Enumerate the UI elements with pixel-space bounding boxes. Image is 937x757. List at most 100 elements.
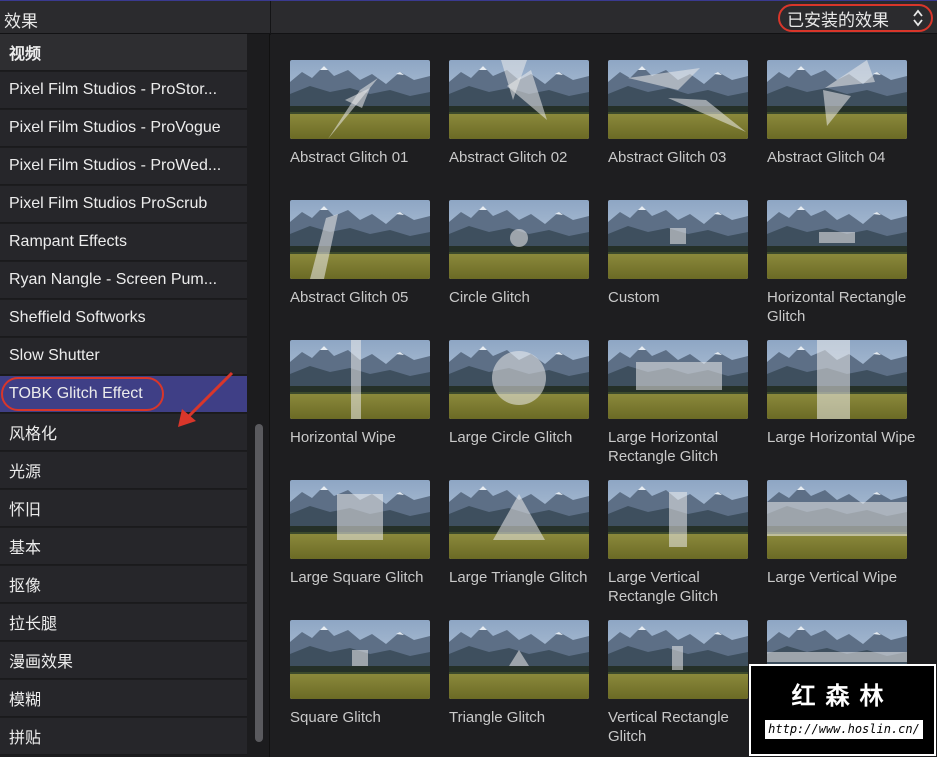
sidebar-item[interactable]: Pixel Film Studios - ProStor...: [0, 72, 247, 109]
effect-label: Large Circle Glitch: [449, 429, 573, 446]
effect-label: Square Glitch: [290, 709, 381, 726]
sidebar-item-label: 模糊: [9, 692, 42, 709]
effect-tile[interactable]: Vertical Rectangle Glitch: [589, 595, 748, 745]
effect-thumbnail: [608, 620, 748, 699]
filter-select-label: 已安装的效果: [787, 10, 889, 31]
effect-thumbnail: [608, 200, 748, 279]
effect-label: Abstract Glitch 01: [290, 149, 409, 166]
effect-tile[interactable]: Horizontal Rectangle Glitch: [748, 175, 907, 325]
sidebar-item-label: Pixel Film Studios ProScrub: [9, 195, 208, 212]
effect-tile[interactable]: Large Horizontal Wipe: [748, 315, 915, 449]
sidebar-item-label: Pixel Film Studios - ProStor...: [9, 81, 218, 98]
watermark-logo: 红森林 http://www.hoslin.cn/: [749, 664, 936, 756]
effect-thumbnail: [608, 340, 748, 419]
effect-tile[interactable]: Large Triangle Glitch: [430, 455, 589, 589]
sidebar-item-label: 抠像: [9, 578, 42, 595]
sidebar-item[interactable]: Sheffield Softworks: [0, 300, 247, 337]
effect-thumbnail: [608, 480, 748, 559]
effect-label: Circle Glitch: [449, 289, 530, 306]
effects-title: 效果: [4, 12, 38, 32]
effect-thumbnail: [290, 620, 430, 699]
effect-tile[interactable]: Horizontal Wipe: [271, 315, 430, 449]
sidebar-item-label: 光源: [9, 464, 42, 481]
effect-label: Large Vertical Wipe: [767, 569, 898, 586]
effect-tile[interactable]: Triangle Glitch: [430, 595, 589, 729]
header-divider: [270, 1, 271, 35]
effect-tile[interactable]: Custom: [589, 175, 748, 309]
effect-label: Abstract Glitch 05: [290, 289, 409, 306]
effect-thumbnail: [767, 60, 907, 139]
effect-tile[interactable]: Circle Glitch: [430, 175, 589, 309]
sidebar-item-label: Pixel Film Studios - ProVogue: [9, 119, 221, 136]
effect-thumbnail: [449, 60, 589, 139]
sidebar-item[interactable]: Rampant Effects: [0, 224, 247, 261]
sidebar-scroll-thumb[interactable]: [255, 424, 263, 742]
red-pointer-arrow-icon: [178, 371, 234, 427]
effect-label: Large Triangle Glitch: [449, 569, 588, 586]
effect-label: Triangle Glitch: [449, 709, 546, 726]
effect-label: Abstract Glitch 02: [449, 149, 568, 166]
sidebar-item-label: Pixel Film Studios - ProWed...: [9, 157, 222, 174]
sidebar-item[interactable]: Pixel Film Studios - ProVogue: [0, 110, 247, 147]
effect-tile[interactable]: Large Vertical Rectangle Glitch: [589, 455, 748, 605]
effect-tile[interactable]: Large Horizontal Rectangle Glitch: [589, 315, 748, 465]
effect-tile[interactable]: Abstract Glitch 04: [748, 35, 907, 169]
effect-thumbnail: [767, 480, 907, 559]
effect-label: Large Horizontal Wipe: [767, 429, 916, 446]
effect-tile[interactable]: Large Square Glitch: [271, 455, 430, 589]
effect-thumbnail: [449, 480, 589, 559]
sidebar-item[interactable]: 模糊: [0, 680, 247, 717]
sidebar-item-label: Sheffield Softworks: [9, 309, 146, 326]
effect-tile[interactable]: Large Circle Glitch: [430, 315, 589, 449]
sidebar-item-label: 怀旧: [9, 502, 42, 519]
sidebar-item[interactable]: 拉长腿: [0, 604, 247, 641]
sidebar-item-label: Rampant Effects: [9, 233, 127, 250]
effect-thumbnail: [449, 200, 589, 279]
sidebar-item-label: 视频: [9, 46, 42, 63]
sidebar-item[interactable]: Ryan Nangle - Screen Pum...: [0, 262, 247, 299]
effect-thumbnail: [290, 340, 430, 419]
effect-tile[interactable]: Abstract Glitch 01: [271, 35, 430, 169]
sidebar-item-label: 基本: [9, 540, 42, 557]
effect-tile[interactable]: Abstract Glitch 05: [271, 175, 430, 309]
effect-label: Custom: [608, 289, 660, 306]
sidebar-item[interactable]: 基本: [0, 528, 247, 565]
sidebar-item[interactable]: Pixel Film Studios - ProWed...: [0, 148, 247, 185]
effect-thumbnail: [290, 480, 430, 559]
sidebar-item-label: 风格化: [9, 426, 58, 443]
sidebar-item-label: 漫画效果: [9, 654, 74, 671]
sidebar-item[interactable]: 怀旧: [0, 490, 247, 527]
sidebar-item[interactable]: Pixel Film Studios ProScrub: [0, 186, 247, 223]
sidebar-item[interactable]: 光源: [0, 452, 247, 489]
effect-tile[interactable]: Square Glitch: [271, 595, 430, 729]
effect-thumbnail: [290, 200, 430, 279]
sidebar-item-label: 拉长腿: [9, 616, 58, 633]
effect-label: Abstract Glitch 04: [767, 149, 886, 166]
effect-thumbnail: [449, 340, 589, 419]
effect-thumbnail: [290, 60, 430, 139]
up-down-chevron-icon: [913, 9, 923, 27]
browser-header: 效果 已安装的效果: [0, 0, 937, 35]
effect-tile[interactable]: Large Vertical Wipe: [748, 455, 907, 589]
effect-label: Horizontal Wipe: [290, 429, 396, 446]
sidebar-item-label: Slow Shutter: [9, 347, 100, 364]
sidebar-item[interactable]: 拼贴: [0, 718, 247, 755]
effect-label: Large Square Glitch: [290, 569, 424, 586]
effects-grid: Abstract Glitch 01 Abstract Glitch 02 Abst…: [271, 35, 937, 757]
effect-thumbnail: [767, 200, 907, 279]
watermark-title: 红森林: [791, 682, 894, 710]
sidebar-item[interactable]: 抠像: [0, 566, 247, 603]
effect-tile[interactable]: Abstract Glitch 02: [430, 35, 589, 169]
effects-category-sidebar: 视频 Pixel Film Studios - ProStor... Pixel F…: [0, 34, 270, 757]
effect-tile[interactable]: Abstract Glitch 03: [589, 35, 748, 169]
effect-thumbnail: [767, 340, 907, 419]
sidebar-item-label: 拼贴: [9, 730, 42, 747]
effect-label: Vertical Rectangle Glitch: [608, 709, 729, 745]
effect-label: Abstract Glitch 03: [608, 149, 727, 166]
sidebar-item[interactable]: 漫画效果: [0, 642, 247, 679]
sidebar-item-label: Ryan Nangle - Screen Pum...: [9, 271, 218, 288]
category-header[interactable]: 视频: [0, 34, 247, 71]
installed-effects-select[interactable]: 已安装的效果: [778, 4, 933, 32]
sidebar-item-label: TOBK Glitch Effect: [9, 385, 143, 402]
effect-thumbnail: [608, 60, 748, 139]
